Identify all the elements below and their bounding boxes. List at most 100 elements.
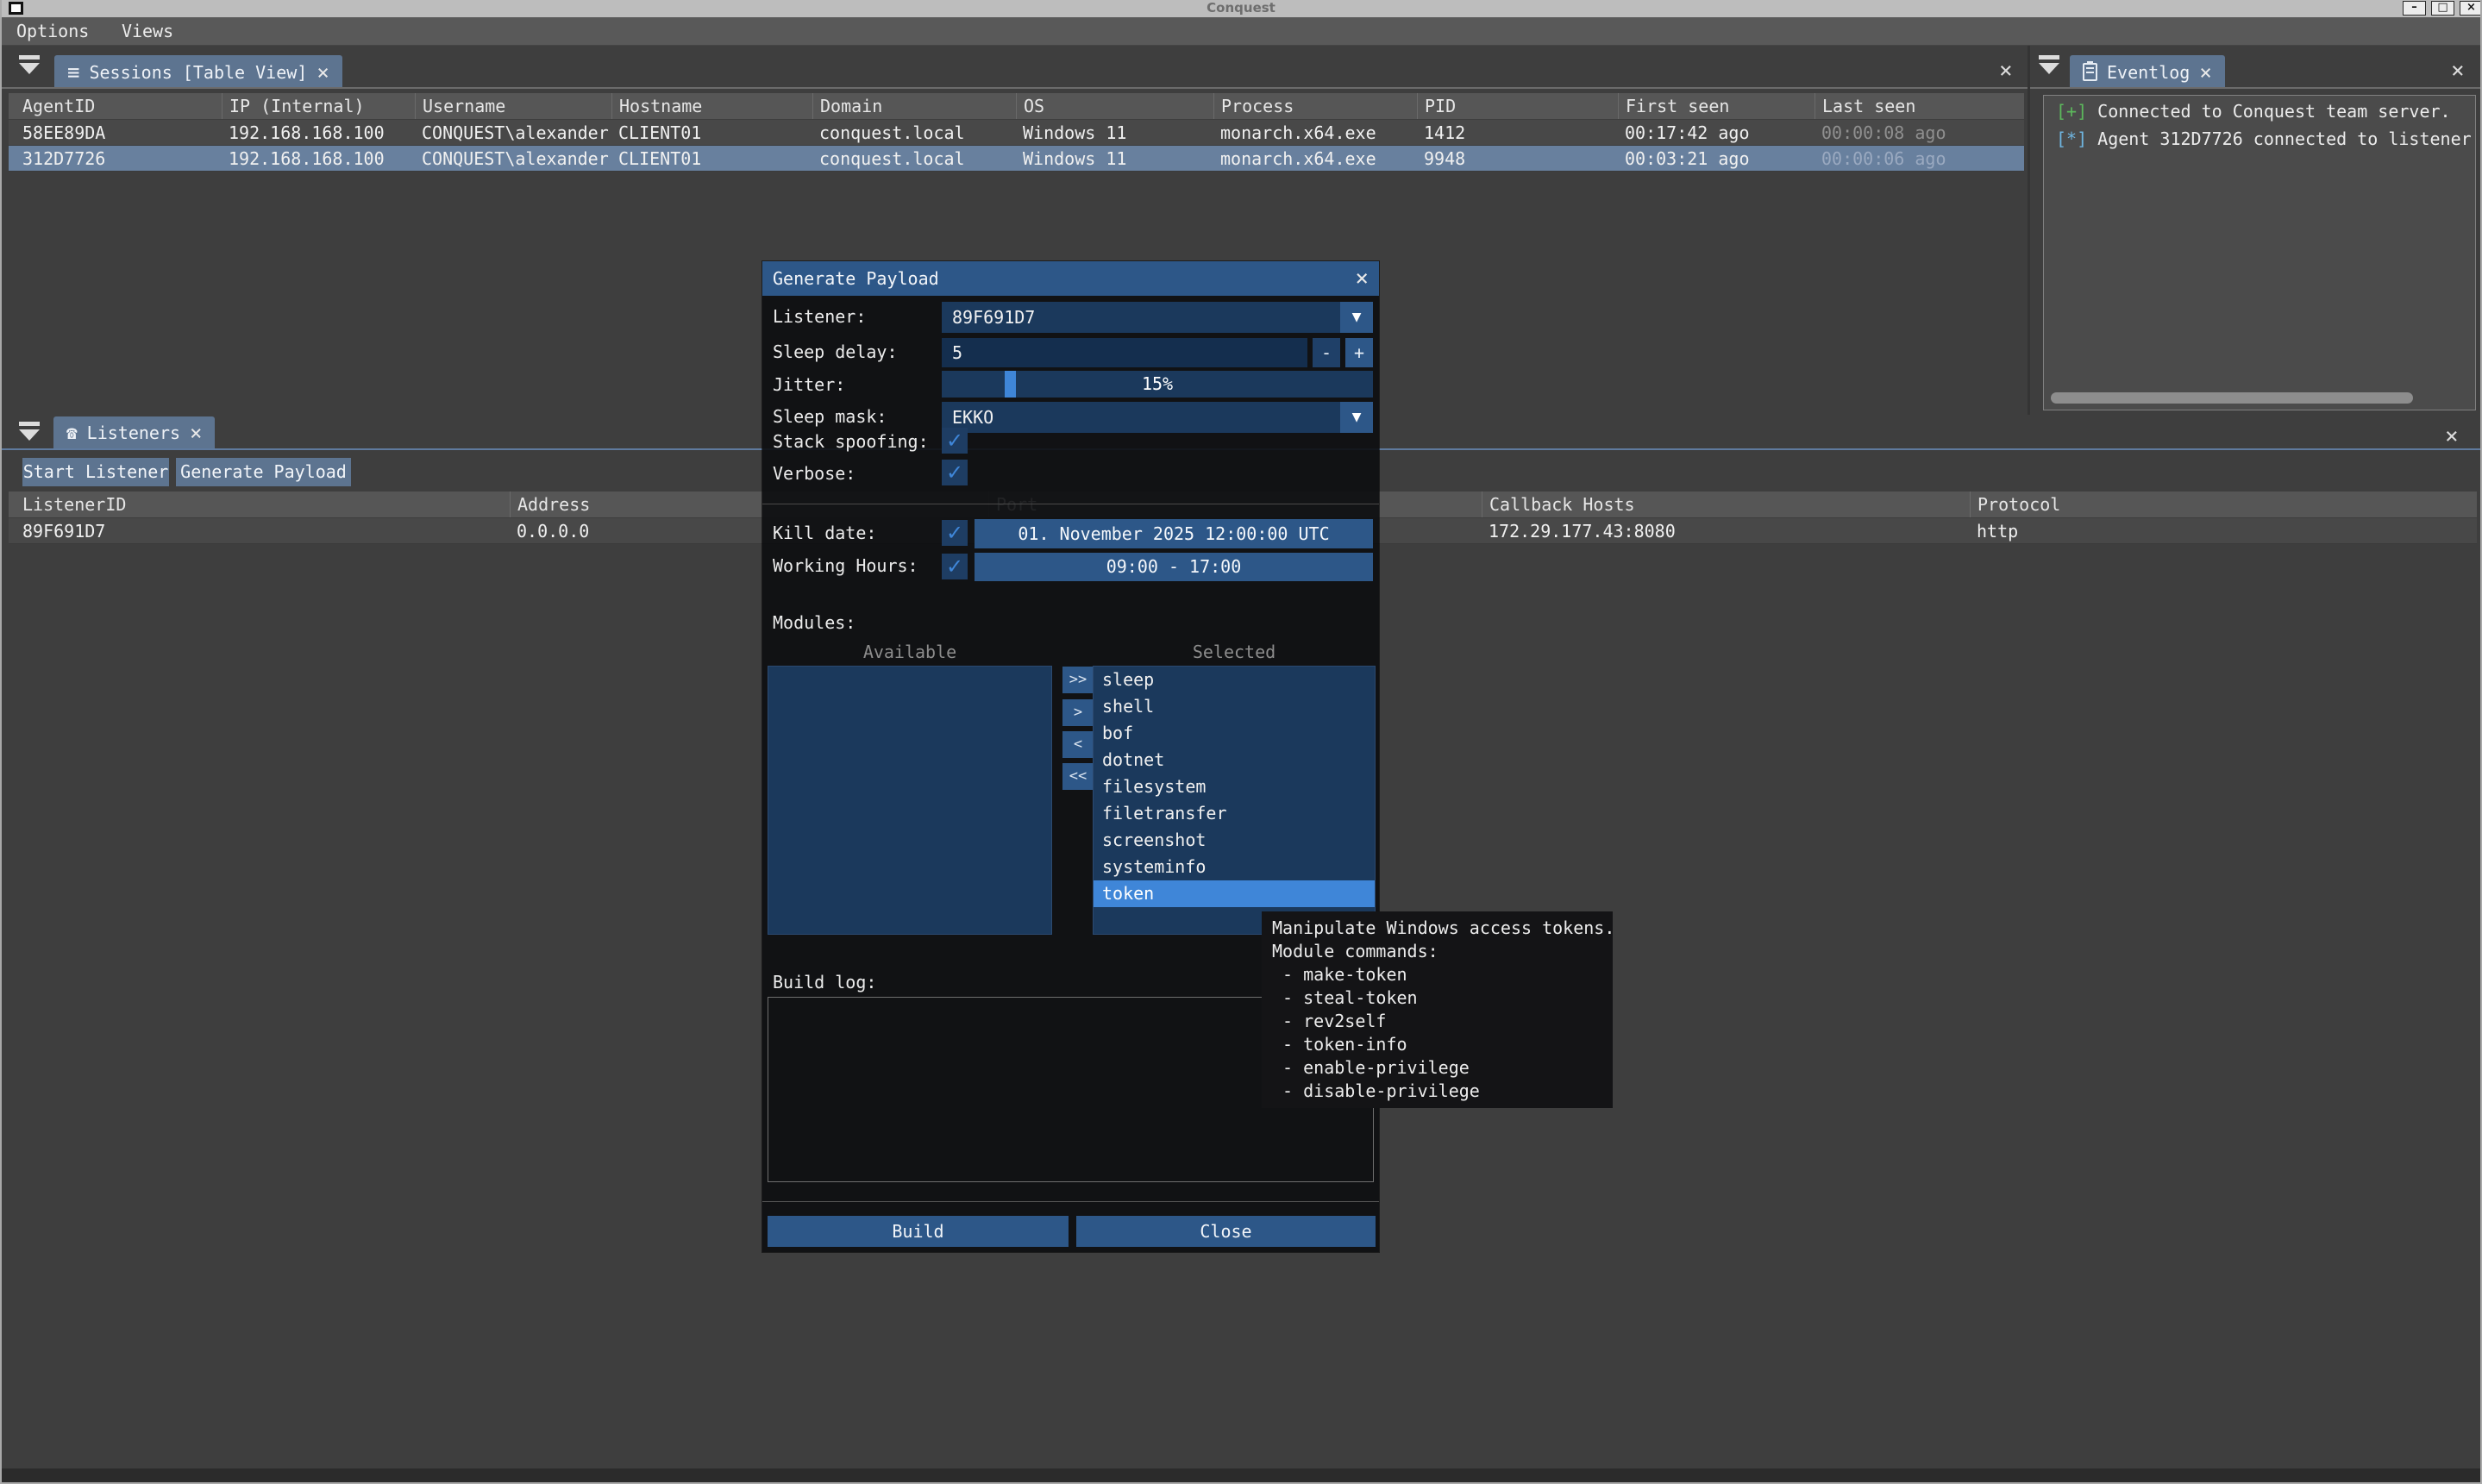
module-item-shell[interactable]: shell: [1094, 693, 1375, 720]
working-hours-label: Working Hours:: [773, 555, 918, 576]
move-all-right-button[interactable]: >>: [1062, 667, 1094, 693]
eventlog-dock-toggle-icon[interactable]: [2039, 55, 2059, 74]
tab-eventlog[interactable]: Eventlog ×: [2070, 55, 2225, 89]
cell-domain: conquest.local: [812, 146, 1016, 171]
listener-select[interactable]: 89F691D7: [942, 302, 1373, 333]
sleep-delay-input[interactable]: 5: [942, 338, 1307, 367]
cell-ip: 192.168.168.100: [222, 146, 415, 171]
dock-splitter[interactable]: [2028, 46, 2030, 415]
col-header-pid[interactable]: PID: [1417, 93, 1618, 119]
module-item-token-highlighted[interactable]: token: [1094, 880, 1375, 907]
window-title: Conquest: [2, 0, 2480, 17]
eventlog-entry: [+] Connected to Conquest team server.: [2044, 96, 2475, 123]
dialog-close-icon[interactable]: ×: [1355, 261, 1369, 296]
cell-last-seen: 00:00:08 ago: [1814, 120, 2024, 145]
col-header-listenerid[interactable]: ListenerID: [16, 492, 510, 517]
verbose-checkbox[interactable]: ✓: [942, 460, 968, 485]
module-item-screenshot[interactable]: screenshot: [1094, 827, 1375, 854]
module-item-filetransfer[interactable]: filetransfer: [1094, 800, 1375, 827]
cell-agentid: 312D7726: [16, 146, 222, 171]
start-listener-button[interactable]: Start Listener: [22, 458, 169, 486]
sleep-delay-decrement-button[interactable]: -: [1313, 338, 1340, 367]
col-header-username[interactable]: Username: [415, 93, 611, 119]
eventlog-output[interactable]: [+] Connected to Conquest team server. […: [2043, 95, 2476, 410]
sessions-dock-toggle-icon[interactable]: [19, 55, 40, 74]
close-icon[interactable]: ×: [2460, 1, 2482, 16]
stack-spoofing-checkbox[interactable]: ✓: [942, 428, 968, 454]
close-button[interactable]: Close: [1076, 1216, 1376, 1247]
listener-dropdown-icon[interactable]: ▼: [1340, 302, 1373, 333]
col-header-process[interactable]: Process: [1213, 93, 1417, 119]
kill-date-field[interactable]: 01. November 2025 12:00:00 UTC: [975, 519, 1373, 548]
sessions-panel-close-icon[interactable]: ×: [1999, 60, 2013, 81]
listeners-panel-close-icon[interactable]: ×: [2445, 426, 2459, 447]
cell-process: monarch.x64.exe: [1213, 120, 1417, 145]
available-modules-list[interactable]: [768, 666, 1052, 935]
sleep-mask-dropdown-icon[interactable]: ▼: [1340, 402, 1373, 433]
col-header-domain[interactable]: Domain: [812, 93, 1016, 119]
sleep-mask-select[interactable]: EKKO: [942, 402, 1373, 433]
module-item-dotnet[interactable]: dotnet: [1094, 747, 1375, 773]
window-bottom-strip: [2, 1468, 2480, 1482]
verbose-label: Verbose:: [773, 463, 856, 484]
eventlog-tab-label: Eventlog: [2107, 62, 2190, 83]
tooltip-line: Module commands:: [1262, 940, 1613, 963]
move-right-button[interactable]: >: [1062, 699, 1094, 726]
working-hours-field[interactable]: 09:00 - 17:00: [975, 553, 1373, 581]
col-header-agentid[interactable]: AgentID: [16, 93, 222, 119]
cell-username: CONQUEST\alexander: [415, 146, 611, 171]
col-header-last-seen[interactable]: Last seen: [1814, 93, 2024, 119]
listeners-dock-toggle-icon[interactable]: [19, 422, 40, 441]
event-text: Agent 312D7726 connected to listener: [2097, 128, 2471, 149]
sleep-delay-increment-button[interactable]: +: [1345, 338, 1373, 367]
sessions-table-header: AgentID IP (Internal) Username Hostname …: [9, 93, 2024, 119]
cell-username: CONQUEST\alexander: [415, 120, 611, 145]
selected-modules-list[interactable]: sleep shell bof dotnet filesystem filetr…: [1093, 666, 1376, 935]
sessions-tab-close-icon[interactable]: ×: [317, 64, 329, 81]
build-button[interactable]: Build: [768, 1216, 1069, 1247]
listener-value: 89F691D7: [942, 302, 1373, 333]
generate-payload-button[interactable]: Generate Payload: [176, 458, 351, 486]
move-left-button[interactable]: <: [1062, 731, 1094, 758]
eventlog-tab-close-icon[interactable]: ×: [2199, 64, 2211, 81]
jitter-slider[interactable]: 15%: [942, 371, 1373, 398]
tooltip-line: Manipulate Windows access tokens.: [1262, 917, 1613, 940]
col-header-callback-hosts[interactable]: Callback Hosts: [1482, 492, 1970, 517]
eventlog-panel-close-icon[interactable]: ×: [2451, 60, 2465, 81]
listeners-tab-label: Listeners: [87, 423, 180, 443]
working-hours-checkbox[interactable]: ✓: [942, 554, 968, 579]
tab-sessions[interactable]: ≡ Sessions [Table View] ×: [54, 55, 342, 89]
check-icon: ✓: [946, 460, 963, 485]
listeners-tab-close-icon[interactable]: ×: [190, 424, 202, 441]
col-header-protocol[interactable]: Protocol: [1970, 492, 2477, 517]
menu-options[interactable]: Options: [16, 17, 101, 45]
modules-label: Modules:: [773, 612, 856, 633]
col-header-os[interactable]: OS: [1016, 93, 1213, 119]
module-item-sleep[interactable]: sleep: [1094, 667, 1375, 693]
move-all-left-button[interactable]: <<: [1062, 763, 1094, 790]
maximize-icon[interactable]: □: [2431, 1, 2454, 16]
cell-pid: 9948: [1417, 146, 1618, 171]
module-item-bof[interactable]: bof: [1094, 720, 1375, 747]
col-header-ip[interactable]: IP (Internal): [222, 93, 415, 119]
build-log-label: Build log:: [773, 972, 876, 992]
col-header-first-seen[interactable]: First seen: [1618, 93, 1814, 119]
dialog-titlebar[interactable]: Generate Payload ×: [762, 261, 1379, 296]
jitter-label: Jitter:: [773, 374, 845, 395]
module-item-systeminfo[interactable]: systeminfo: [1094, 854, 1375, 880]
session-row-312D7726-selected[interactable]: 312D7726 192.168.168.100 CONQUEST\alexan…: [9, 146, 2024, 172]
col-header-hostname[interactable]: Hostname: [611, 93, 812, 119]
horizontal-scrollbar[interactable]: [2051, 392, 2413, 404]
tooltip-line: - token-info: [1262, 1033, 1613, 1056]
selected-list-label: Selected: [1093, 642, 1376, 662]
menu-views[interactable]: Views: [122, 17, 185, 45]
tab-listeners[interactable]: ☎ Listeners ×: [53, 416, 215, 448]
check-icon: ✓: [946, 429, 963, 453]
session-row-58EE89DA[interactable]: 58EE89DA 192.168.168.100 CONQUEST\alexan…: [9, 120, 2024, 146]
clipboard-icon: [2083, 63, 2097, 81]
minimize-icon[interactable]: –: [2403, 1, 2426, 16]
cell-first-seen: 00:17:42 ago: [1618, 120, 1814, 145]
kill-date-checkbox[interactable]: ✓: [942, 520, 968, 546]
tooltip-line: - steal-token: [1262, 986, 1613, 1010]
module-item-filesystem[interactable]: filesystem: [1094, 773, 1375, 800]
